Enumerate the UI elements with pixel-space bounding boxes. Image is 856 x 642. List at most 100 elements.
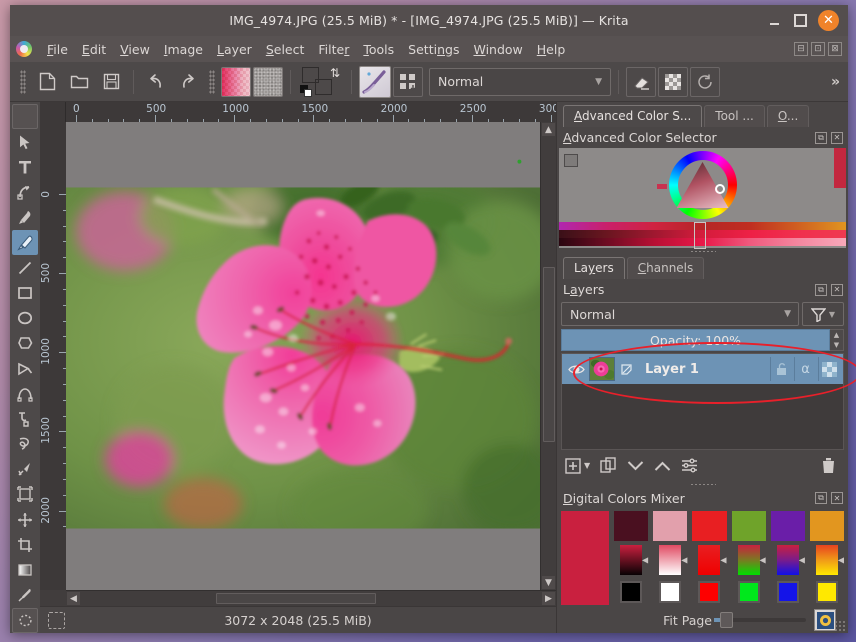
tool-bezier-curve-icon[interactable] [12,381,38,406]
tool-polyline-icon[interactable] [12,356,38,381]
spin-down-icon[interactable]: ▼ [830,340,843,350]
undo-icon[interactable] [141,67,171,97]
add-layer-button[interactable] [565,457,581,474]
alpha-channel-icon[interactable]: α [794,357,816,381]
duplicate-layer-button[interactable] [600,457,617,474]
tab-channels[interactable]: Channels [626,257,705,279]
mixer-result-swatch[interactable] [731,510,766,541]
mixer-source-swatch[interactable] [620,581,643,603]
toolbar-overflow-icon[interactable]: » [831,74,840,90]
tool-color-picker-icon[interactable] [12,583,38,608]
eye-visible-icon[interactable] [565,363,587,376]
tab-tool-options[interactable]: Tool ... [704,105,765,127]
mixer-slider-handle[interactable]: ◀ [642,555,648,564]
mixer-result-swatch[interactable] [809,510,845,541]
tool-transform-icon[interactable] [12,482,38,507]
horizontal-scrollbar[interactable]: ◀ ▶ [66,590,556,606]
tool-calligraphy-icon[interactable] [12,205,38,230]
mixer-slider-handle[interactable]: ◀ [720,555,726,564]
alpha-lock-icon[interactable] [658,66,688,97]
tool-freehand-brush-icon[interactable] [12,230,38,256]
tool-rectangle-icon[interactable] [12,280,38,305]
close-subwindow-icon[interactable]: ⊠ [828,42,842,56]
move-layer-down-button[interactable] [627,460,644,472]
table-row[interactable]: Layer 1 α [562,354,843,384]
tool-line-icon[interactable] [12,255,38,280]
tool-crop-icon[interactable] [12,532,38,557]
swap-colors-icon[interactable]: ⇅ [330,66,340,80]
reload-preset-icon[interactable] [690,66,720,97]
gradient-swatch[interactable] [221,66,251,97]
float-docker-icon[interactable]: ⧉ [815,283,827,296]
mixer-slider-handle[interactable]: ◀ [838,555,844,564]
canvas-viewport[interactable] [66,122,540,590]
mixer-source-swatch[interactable] [776,581,799,603]
menu-select[interactable]: Select [259,39,312,60]
tool-text-icon[interactable] [12,154,38,179]
inherit-alpha-icon[interactable] [617,363,635,376]
restore-subwindow-icon[interactable]: ⊟ [794,42,808,56]
tool-corner-button[interactable] [12,104,38,130]
add-layer-dropdown[interactable]: ▼ [584,461,590,470]
layer-blend-mode-combobox[interactable]: Normal ▼ [561,302,799,326]
menu-view[interactable]: View [113,39,157,60]
mixer-gradient[interactable] [815,544,838,575]
layer-filter-button[interactable]: ▼ [802,302,844,326]
menu-tools[interactable]: Tools [356,39,401,60]
mixer-current-color[interactable] [561,510,609,605]
close-docker-icon[interactable]: ✕ [831,283,843,296]
lock-open-icon[interactable] [770,357,792,381]
mixer-slider-handle[interactable]: ◀ [681,555,687,564]
tool-edit-shapes-icon[interactable] [12,180,38,205]
tool-select-shapes-icon[interactable] [12,129,38,154]
menu-filter[interactable]: Filter [311,39,356,60]
mixer-gradient[interactable] [737,544,760,575]
mixer-source-swatch[interactable] [815,581,838,603]
menu-settings[interactable]: Settings [401,39,466,60]
move-layer-up-button[interactable] [654,460,671,472]
tool-select-rectangular-icon[interactable] [12,607,38,634]
scroll-up-icon[interactable]: ▲ [542,123,555,136]
layer-thumbnail[interactable] [589,357,615,381]
layer-properties-button[interactable] [681,458,698,473]
scroll-right-icon[interactable]: ▶ [542,592,555,605]
mixer-result-swatch[interactable] [614,510,649,541]
mixer-gradient[interactable] [776,544,799,575]
mixer-slider-handle[interactable]: ◀ [760,555,766,564]
foreground-background-color[interactable]: ⇅ [300,66,342,98]
tool-multibrush-icon[interactable] [12,457,38,482]
color-wheel-area[interactable] [559,148,846,223]
zoom-slider[interactable] [714,612,806,628]
toolbar-grip[interactable] [20,69,26,94]
mixer-gradient[interactable] [659,544,682,575]
mixer-gradient[interactable] [620,544,643,575]
tool-ellipse-icon[interactable] [12,306,38,331]
float-docker-icon[interactable]: ⧉ [815,492,827,504]
menu-file[interactable]: File [40,39,75,60]
close-docker-icon[interactable]: ✕ [831,492,843,504]
layer-opacity-spinner[interactable]: ▲ ▼ [830,329,844,351]
tool-polygon-icon[interactable] [12,331,38,356]
mixer-result-swatch[interactable] [770,510,805,541]
reset-colors-icon[interactable] [300,84,313,98]
mixer-gradient[interactable] [698,544,721,575]
mixer-slider-handle[interactable]: ◀ [799,555,805,564]
eraser-icon[interactable] [626,66,656,97]
scroll-left-icon[interactable]: ◀ [67,592,80,605]
alpha-lock-checker-icon[interactable] [818,357,840,381]
save-document-icon[interactable] [96,67,126,97]
preset-chooser-icon[interactable] [393,66,423,97]
tool-move-icon[interactable] [12,507,38,532]
mixer-result-swatch[interactable] [692,510,727,541]
color-selector-settings-icon[interactable] [564,154,578,167]
close-button[interactable]: ✕ [818,10,839,31]
maximize-button[interactable] [792,13,808,29]
vertical-ruler[interactable]: 0 500 1000 1500 2000 [40,122,66,590]
mixer-source-swatch[interactable] [737,581,760,603]
foreground-color-swatch[interactable] [302,66,319,83]
maximize-subwindow-icon[interactable]: ⊡ [811,42,825,56]
tool-gradient-icon[interactable] [12,557,38,582]
zoom-fit-page-icon[interactable] [814,609,836,631]
horizontal-scroll-thumb[interactable] [216,593,376,604]
vertical-scrollbar[interactable]: ▲ ▼ [540,122,556,590]
